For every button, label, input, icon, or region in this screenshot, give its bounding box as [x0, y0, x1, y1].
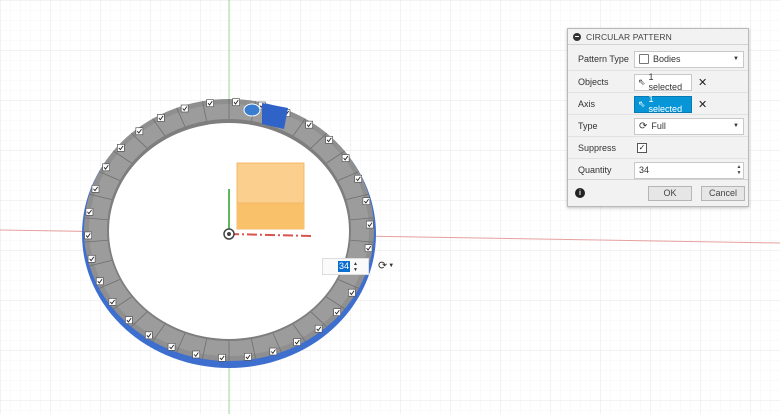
pattern-instance-checkbox[interactable] [180, 104, 189, 113]
pattern-type-select[interactable]: Bodies ▼ [634, 50, 744, 68]
selected-body-cube[interactable] [236, 162, 305, 230]
close-icon[interactable]: ✕ [698, 98, 707, 111]
pattern-instance-checkbox[interactable] [305, 120, 313, 129]
type-value: Full [651, 121, 666, 131]
row-axis: Axis ⇖ 1 selected ✕ [568, 92, 748, 115]
type-label: Type [578, 121, 598, 131]
pattern-instance-checkbox[interactable] [269, 347, 278, 356]
close-icon[interactable]: ✕ [698, 76, 707, 89]
pattern-instance-checkbox[interactable] [364, 244, 373, 253]
pattern-instance-checkbox[interactable] [117, 144, 125, 152]
pattern-instance-checkbox[interactable] [354, 174, 363, 183]
quantity-arrows[interactable]: ▲ ▼ [735, 163, 743, 178]
pattern-instance-checkbox[interactable] [125, 316, 133, 325]
chevron-down-icon: ▼ [733, 56, 739, 62]
cancel-button[interactable]: Cancel [701, 185, 745, 201]
cursor-icon: ⇖ [638, 76, 646, 87]
pattern-instance-checkbox[interactable] [192, 350, 201, 359]
pattern-instance-checkbox[interactable] [206, 99, 214, 108]
canvas-quantity-stepper[interactable]: ▲ ▼ [353, 261, 358, 273]
info-icon[interactable]: i [575, 188, 585, 198]
pattern-instance-checkbox[interactable] [218, 353, 226, 362]
pattern-type-value: Bodies [653, 54, 681, 64]
canvas-quantity-input[interactable]: 34 ▲ ▼ [322, 258, 369, 275]
rotate-icon: ⟳ [378, 260, 388, 272]
pattern-instance-checkbox[interactable] [84, 231, 92, 240]
suppress-label: Suppress [578, 143, 617, 153]
canvas-direction-dropdown[interactable]: ⟳ ▼ [378, 259, 394, 272]
chevron-down-icon: ▼ [733, 123, 739, 129]
dialog-header[interactable]: CIRCULAR PATTERN [568, 29, 748, 45]
pattern-instance-checkbox[interactable] [87, 254, 96, 263]
pattern-instance-checkbox[interactable] [362, 197, 371, 206]
row-quantity: Quantity 34 ▲ ▼ [568, 158, 748, 181]
pattern-instance-checkbox[interactable] [91, 185, 100, 193]
pattern-instance-checkbox[interactable] [95, 277, 104, 286]
type-select[interactable]: ⟳ Full ▼ [634, 117, 744, 135]
row-pattern-type: Pattern Type Bodies ▼ [568, 48, 748, 70]
canvas-quantity-value[interactable]: 34 [338, 261, 351, 272]
objects-value: 1 selected [648, 72, 683, 92]
pattern-instance-checkbox[interactable] [366, 220, 374, 229]
dialog-title: CIRCULAR PATTERN [586, 31, 672, 42]
pattern-instance-checkbox[interactable] [244, 352, 252, 361]
quantity-label: Quantity [578, 165, 612, 175]
collapse-icon[interactable] [573, 32, 581, 41]
pattern-instance-checkbox[interactable] [293, 338, 301, 346]
pattern-instance-checkbox[interactable] [157, 114, 165, 122]
circular-pattern-dialog: CIRCULAR PATTERN Pattern Type Bodies ▼ O… [567, 28, 749, 207]
pattern-instance-checkbox[interactable] [348, 288, 356, 297]
axis-selector[interactable]: ⇖ 1 selected [634, 94, 692, 114]
row-objects: Objects ⇖ 1 selected ✕ [568, 70, 748, 93]
pattern-instance-checkbox[interactable] [102, 163, 110, 172]
objects-label: Objects [578, 77, 609, 87]
pattern-instance-checkbox[interactable] [145, 331, 153, 340]
dropdown-icon: ▼ [388, 262, 395, 269]
objects-selector[interactable]: ⇖ 1 selected [634, 72, 692, 92]
pattern-instance-checkbox[interactable] [167, 343, 176, 351]
pattern-type-label: Pattern Type [578, 54, 629, 64]
row-type: Type ⟳ Full ▼ [568, 114, 748, 137]
suppress-checkbox[interactable]: ✓ [637, 143, 647, 153]
axis-value: 1 selected [648, 94, 683, 114]
pattern-instance-checkbox[interactable] [232, 98, 240, 107]
dialog-footer: i OK Cancel [568, 179, 748, 206]
pattern-instance-checkbox[interactable] [135, 127, 144, 136]
pattern-instance-checkbox[interactable] [314, 324, 323, 333]
bodies-icon [639, 54, 649, 64]
quantity-value[interactable]: 34 [639, 165, 649, 175]
pattern-instance-checkbox[interactable] [108, 298, 117, 306]
row-suppress: Suppress ✓ [568, 136, 748, 159]
pattern-instance-checkbox[interactable] [325, 135, 333, 144]
pattern-instance-checkbox[interactable] [85, 207, 94, 216]
rotate-icon: ⟳ [639, 120, 648, 132]
ok-button[interactable]: OK [648, 185, 692, 201]
quantity-stepper[interactable]: 34 ▲ ▼ [634, 161, 744, 179]
pattern-origin-marker[interactable] [243, 103, 261, 117]
pattern-instance-checkbox[interactable] [333, 308, 341, 316]
cursor-icon: ⇖ [638, 98, 646, 109]
pattern-instance-checkbox[interactable] [341, 154, 350, 162]
axis-label: Axis [578, 99, 596, 109]
